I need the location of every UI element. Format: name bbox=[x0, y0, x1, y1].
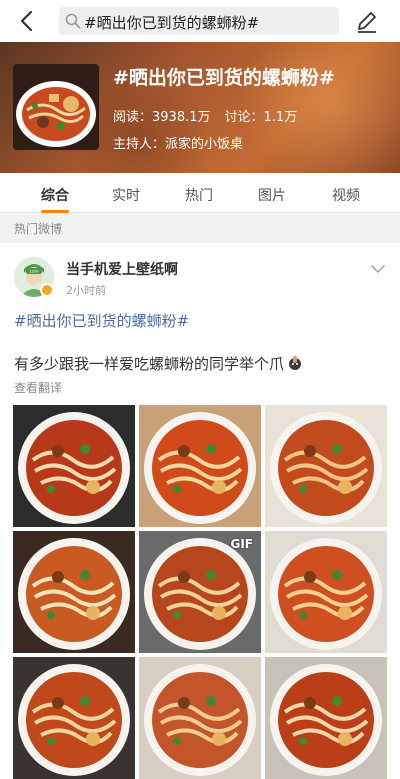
raised-hand-emoji-icon bbox=[287, 355, 303, 371]
svg-text:1200: 1200 bbox=[30, 269, 40, 274]
post-text: 有多少跟我一样爱吃螺蛳粉的同学举个爪 bbox=[14, 353, 303, 374]
section-header: 热门微博 bbox=[0, 213, 400, 243]
translate-link[interactable]: 查看翻译 bbox=[14, 379, 62, 396]
tab-images[interactable]: 图片 bbox=[242, 185, 302, 205]
tab-bar: 综合 实时 热门 图片 视频 bbox=[0, 173, 400, 213]
weibo-post: 1200 当手机爱上壁纸啊 2小时前 #晒出你已到货的螺蛳粉# 有多少跟我一样爱… bbox=[0, 243, 400, 779]
post-topic-link[interactable]: #晒出你已到货的螺蛳粉# bbox=[14, 310, 189, 331]
tab-hot[interactable]: 热门 bbox=[169, 185, 229, 205]
compose-icon[interactable] bbox=[354, 8, 380, 34]
search-input[interactable]: #晒出你已到货的螺蛳粉# bbox=[59, 7, 339, 35]
reads-value: 3938.1万 bbox=[152, 110, 211, 125]
gif-badge: GIF bbox=[230, 537, 253, 551]
post-image[interactable] bbox=[265, 405, 387, 527]
reads-label: 阅读： bbox=[113, 110, 153, 125]
section-label: 热门微博 bbox=[14, 222, 63, 236]
post-image[interactable] bbox=[139, 405, 261, 527]
topic-cover-image bbox=[13, 64, 99, 150]
tab-realtime[interactable]: 实时 bbox=[96, 185, 156, 205]
topic-host: 主持人：派家的小饭桌 bbox=[113, 133, 243, 152]
topic-title: #晒出你已到货的螺蛳粉# bbox=[113, 67, 335, 89]
host-label: 主持人： bbox=[113, 137, 166, 152]
top-bar: #晒出你已到货的螺蛳粉# bbox=[0, 0, 400, 42]
search-icon bbox=[65, 13, 81, 29]
post-image[interactable] bbox=[13, 657, 135, 779]
search-query-text: #晒出你已到货的螺蛳粉# bbox=[84, 14, 260, 32]
topic-header: #晒出你已到货的螺蛳粉# 阅读：3938.1万 讨论：1.1万 主持人：派家的小饭… bbox=[0, 42, 400, 173]
verified-badge-icon bbox=[40, 283, 54, 297]
post-image[interactable] bbox=[265, 531, 387, 653]
post-author[interactable]: 当手机爱上壁纸啊 bbox=[66, 259, 178, 279]
tab-comprehensive[interactable]: 综合 bbox=[25, 185, 85, 205]
host-name[interactable]: 派家的小饭桌 bbox=[165, 137, 243, 152]
post-image[interactable] bbox=[13, 531, 135, 653]
post-image[interactable] bbox=[13, 405, 135, 527]
post-time: 2小时前 bbox=[66, 284, 106, 297]
back-icon[interactable] bbox=[14, 8, 40, 34]
post-body: 有多少跟我一样爱吃螺蛳粉的同学举个爪 bbox=[14, 355, 285, 373]
post-image[interactable] bbox=[139, 657, 261, 779]
discuss-label: 讨论： bbox=[224, 110, 264, 125]
post-image[interactable] bbox=[265, 657, 387, 779]
tab-video[interactable]: 视频 bbox=[316, 185, 376, 205]
discuss-value: 1.1万 bbox=[263, 110, 298, 125]
post-image[interactable]: GIF bbox=[139, 531, 261, 653]
chevron-down-icon[interactable] bbox=[370, 260, 386, 274]
topic-stats: 阅读：3938.1万 讨论：1.1万 bbox=[113, 106, 297, 125]
